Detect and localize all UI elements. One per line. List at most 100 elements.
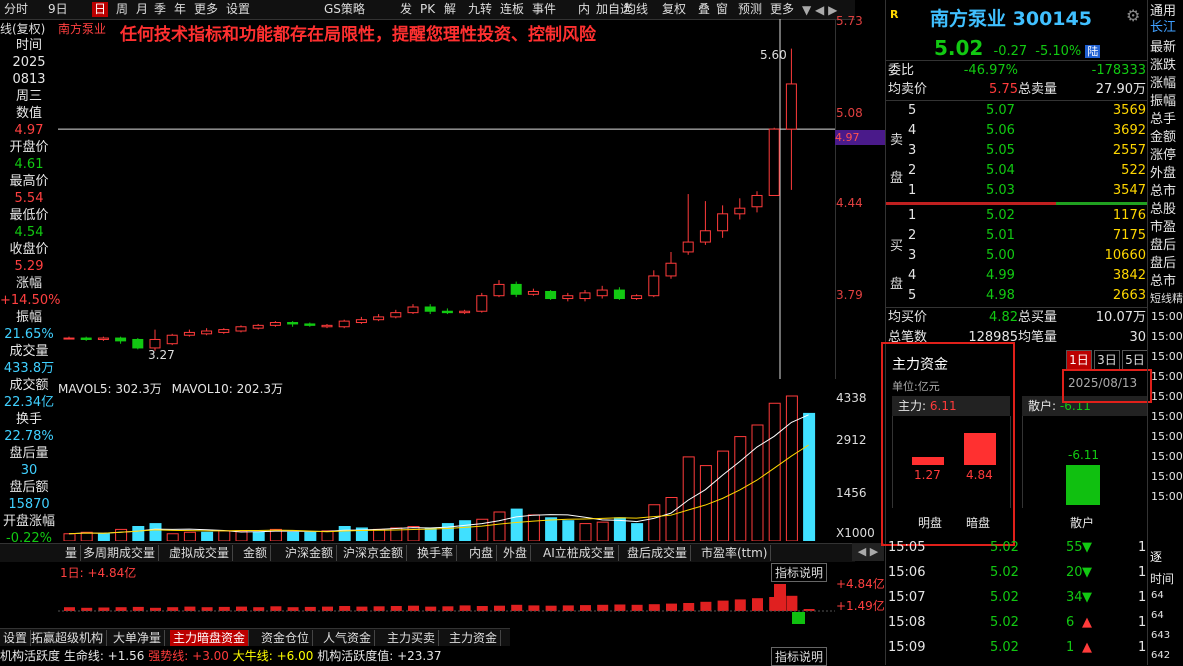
left-label-1: 2025	[12, 55, 46, 70]
candle	[476, 295, 488, 312]
main-capital-indicator-chart[interactable]	[58, 578, 835, 628]
indicator-tab-2[interactable]: 大单净量	[110, 630, 166, 646]
tick-volume-1: 20	[1066, 565, 1083, 580]
volume-bar	[149, 523, 162, 541]
volume-bar	[785, 395, 798, 541]
bottom-tab-4[interactable]: 沪深金额	[282, 545, 338, 561]
indicator-tab-3[interactable]: 主力暗盘资金	[170, 630, 250, 646]
settings-gear-icon[interactable]: ⚙	[1126, 6, 1140, 25]
bottom-tab-0[interactable]: 量	[62, 545, 82, 561]
indicator-tab-1[interactable]: 拓赢超级机构	[28, 630, 108, 646]
capital-bar	[339, 606, 351, 611]
toolbar-item-16[interactable]: 内	[576, 2, 592, 17]
indicator-tab-6[interactable]: 主力买卖	[384, 630, 440, 646]
total-buy-label: 总买量	[1018, 310, 1058, 325]
capital-bar	[184, 606, 196, 611]
capital-bar	[132, 606, 144, 611]
total-sell-label: 总卖量	[1018, 82, 1058, 97]
status-bar: 机构活跃度 生命线: +1.56 强势线: +3.00 大牛线: +6.00 机…	[0, 647, 770, 664]
period-tab-2[interactable]: 5日	[1122, 350, 1148, 370]
toolbar-item-23[interactable]: 更多	[768, 2, 796, 17]
toolbar-item-6[interactable]: 年	[172, 2, 188, 17]
volume-bar	[373, 528, 386, 541]
sell-volume-3: 2557	[1112, 143, 1146, 158]
toolbar-item-0[interactable]: 分时	[2, 2, 30, 17]
toolbar-item-4[interactable]: 月	[134, 2, 150, 17]
toolbar-item-20[interactable]: 叠	[696, 2, 712, 17]
candle	[579, 292, 591, 300]
buy-volume-5: 2663	[1112, 288, 1146, 303]
toolbar-item-22[interactable]: 预测	[736, 2, 764, 17]
side-label-3: 振幅	[1150, 94, 1177, 109]
candle	[132, 338, 144, 349]
capital-bar	[253, 607, 265, 611]
toolbar-item-10[interactable]: 发	[398, 2, 414, 17]
toolbar-item-5[interactable]: 季	[152, 2, 168, 17]
bottom-tab-7[interactable]: 内盘	[466, 545, 498, 561]
side-label-13: 总市	[1150, 274, 1177, 289]
toolbar-item-2[interactable]: 日	[92, 2, 109, 17]
candlestick-chart[interactable]	[58, 19, 835, 379]
indicator-tab-4[interactable]: 资金仓位	[258, 630, 314, 646]
bottom-tab-11[interactable]: 市盈率(ttm)	[698, 545, 772, 561]
toolbar-item-14[interactable]: 连板	[498, 2, 526, 17]
sell-level-2: 2	[908, 163, 917, 178]
volume-axis-tick-2: 1456	[836, 486, 867, 500]
indicator-tab-0[interactable]: 设置	[0, 630, 32, 646]
toolbar-item-8[interactable]: 设置	[224, 2, 252, 17]
candle	[338, 320, 350, 328]
side-label-0: 最新	[1150, 40, 1177, 55]
toolbar-item-9[interactable]: GS策略	[322, 2, 367, 17]
bottom-tab-2[interactable]: 虚拟成交量	[166, 545, 234, 561]
tick-volume-3: 6	[1066, 615, 1075, 630]
toolbar-item-18[interactable]: 均线	[622, 2, 650, 17]
buy-level-4: 4	[908, 268, 917, 283]
avg-sell-label: 均卖价	[888, 82, 928, 97]
indicator-note-button-2[interactable]: 指标说明	[771, 647, 827, 666]
toolbar-item-19[interactable]: 复权	[660, 2, 688, 17]
period-tab-1[interactable]: 3日	[1094, 350, 1120, 370]
stock-title: 南方泵业 300145	[930, 4, 1092, 31]
bottom-tab-8[interactable]: 外盘	[500, 545, 532, 561]
indicator-tab-5[interactable]: 人气资金	[320, 630, 376, 646]
bottom-tab-5[interactable]: 沪深京金额	[340, 545, 408, 561]
toolbar-item-7[interactable]: 更多	[192, 2, 220, 17]
bottom-tab-1[interactable]: 多周期成交量	[80, 545, 160, 561]
capital-bar	[803, 609, 815, 611]
toolbar-arrows[interactable]: ▼ ◀ ▶	[802, 3, 837, 17]
candle	[613, 289, 625, 300]
bottom-tab-3[interactable]: 金额	[240, 545, 272, 561]
toolbar-item-12[interactable]: 解	[442, 2, 458, 17]
toolbar-item-13[interactable]: 九转	[466, 2, 494, 17]
tick-down-arrow-icon: ▼	[1082, 565, 1092, 580]
toolbar-item-1[interactable]: 9日	[46, 2, 70, 17]
toolbar-item-11[interactable]: PK	[418, 2, 437, 17]
left-value-5: 4.61	[14, 157, 44, 172]
left-value-13: 22.78%	[4, 429, 54, 444]
candle	[407, 306, 419, 314]
bottom-tab-6[interactable]: 换手率	[414, 545, 458, 561]
side-label-1: 涨跌	[1150, 58, 1177, 73]
volume-bar	[579, 523, 592, 541]
volume-chart[interactable]	[58, 379, 835, 541]
bottom-tab-9[interactable]: AI立桩成交量	[540, 545, 619, 561]
tick-time-3: 15:08	[888, 615, 926, 630]
capital-bar	[545, 605, 557, 611]
weibi-diff: -178333	[1091, 63, 1146, 78]
scroll-arrows[interactable]: ◀ ▶	[852, 543, 884, 561]
period-tab-0[interactable]: 1日	[1066, 350, 1092, 370]
buy-level-1: 1	[908, 208, 917, 223]
retail-label: 散户	[1070, 516, 1095, 530]
tick-volume-0: 55	[1066, 540, 1083, 555]
side-time-2: 15:00	[1151, 350, 1183, 363]
candle	[183, 331, 195, 336]
toolbar-item-3[interactable]: 周	[114, 2, 130, 17]
buy-price-2: 5.01	[986, 228, 1015, 243]
candle	[201, 330, 213, 335]
volume-bar	[682, 456, 695, 541]
indicator-tab-7[interactable]: 主力资金	[446, 630, 502, 646]
bottom-tab-10[interactable]: 盘后成交量	[624, 545, 692, 561]
toolbar-item-15[interactable]: 事件	[530, 2, 558, 17]
toolbar-item-21[interactable]: 窗	[714, 2, 730, 17]
candle	[631, 295, 643, 300]
